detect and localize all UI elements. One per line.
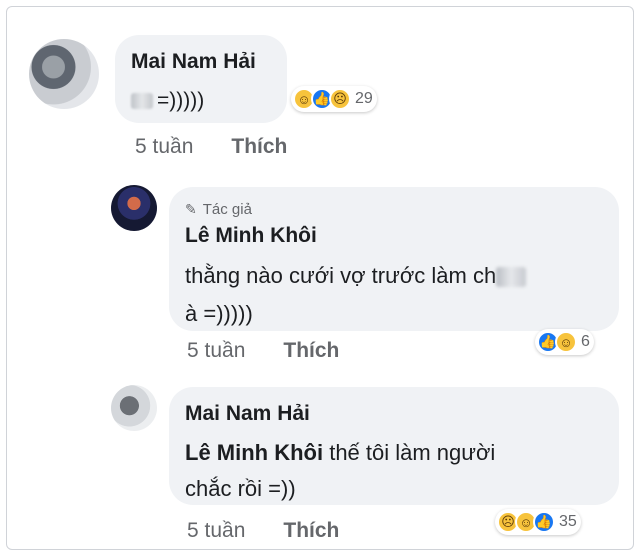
pencil-icon: ✎ <box>185 200 197 217</box>
comment-author[interactable]: Mai Nam Hải <box>131 49 267 75</box>
reaction-summary[interactable]: 👍 ☺ 6 <box>535 329 594 355</box>
reaction-count: 29 <box>355 90 373 107</box>
reaction-summary[interactable]: ☺ 👍 ☹ 29 <box>291 86 377 112</box>
avatar[interactable] <box>111 385 157 431</box>
like-button[interactable]: Thích <box>283 519 339 543</box>
comment-timestamp[interactable]: 5 tuần <box>187 339 245 363</box>
redacted-text <box>496 267 527 288</box>
comment-bubble: Mai Nam Hải Lê Minh Khôi thế tôi làm ngư… <box>169 387 619 505</box>
haha-icon: ☺ <box>555 331 577 353</box>
avatar[interactable] <box>111 185 157 231</box>
comment-bubble: ✎ Tác giả Lê Minh Khôi thằng nào cưới vợ… <box>169 187 619 331</box>
mention-link[interactable]: Lê Minh Khôi <box>185 440 323 465</box>
comment-text: =))))) <box>131 83 267 119</box>
comment-author[interactable]: Mai Nam Hải <box>185 401 599 427</box>
author-badge: ✎ Tác giả <box>185 199 599 219</box>
sad-icon: ☹ <box>329 88 351 110</box>
comment-actions: 5 tuần Thích <box>187 339 339 363</box>
comment-timestamp[interactable]: 5 tuần <box>187 519 245 543</box>
redacted-text <box>131 93 153 110</box>
author-badge-label: Tác giả <box>202 200 252 218</box>
comment-thread: Mai Nam Hải =))))) ☺ 👍 ☹ 29 5 tuần Thích… <box>6 6 634 550</box>
avatar[interactable] <box>29 39 99 109</box>
comment-actions: 5 tuần Thích <box>135 135 287 159</box>
like-button[interactable]: Thích <box>283 339 339 363</box>
like-button[interactable]: Thích <box>231 135 287 159</box>
reaction-summary[interactable]: ☹ ☺ 👍 35 <box>495 509 581 535</box>
comment-timestamp[interactable]: 5 tuần <box>135 135 193 159</box>
comment-bubble: Mai Nam Hải =))))) <box>115 35 287 123</box>
comment-text: Lê Minh Khôi thế tôi làm người chắc rồi … <box>185 440 496 501</box>
reaction-count: 6 <box>581 333 590 350</box>
reaction-count: 35 <box>559 513 577 530</box>
comment-text: thằng nào cưới vợ trước làm ch à =))))) <box>185 257 599 333</box>
like-icon: 👍 <box>533 511 555 533</box>
comment-actions: 5 tuần Thích <box>187 519 339 543</box>
comment-author[interactable]: Lê Minh Khôi <box>185 223 599 249</box>
